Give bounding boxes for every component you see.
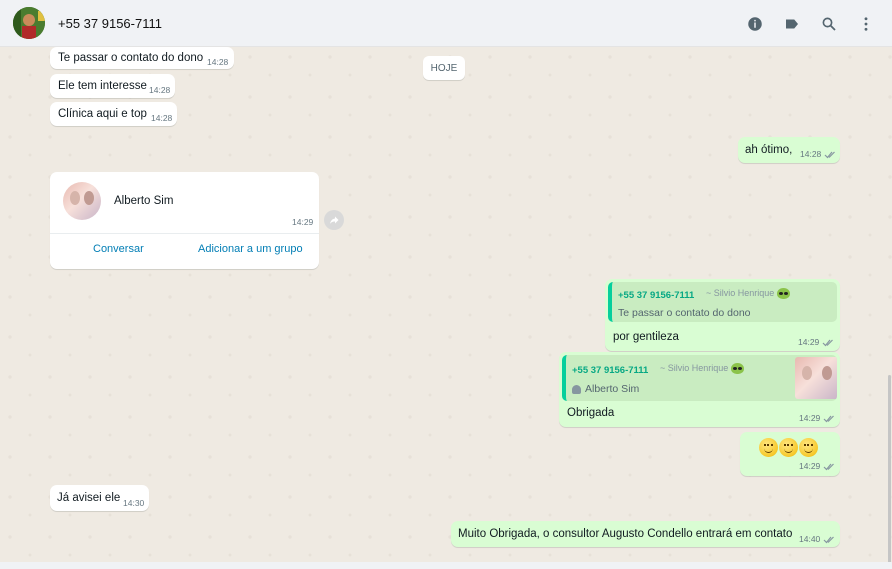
divider — [50, 233, 319, 234]
scrollbar-thumb[interactable] — [888, 375, 891, 565]
quoted-author-alias: ~ Silvio Henrique — [660, 363, 744, 375]
message-incoming[interactable]: Clínica aqui e top 14:28 — [50, 102, 177, 126]
message-time: 14:28 — [207, 57, 229, 67]
label-icon[interactable] — [780, 12, 804, 36]
message-outgoing[interactable]: Muito Obrigada, o consultor Augusto Cond… — [451, 521, 840, 547]
message-time: 14:28 — [149, 85, 171, 95]
message-outgoing[interactable]: ah ótimo, 14:28 — [738, 137, 840, 163]
quoted-text: Alberto Sim — [572, 383, 639, 395]
message-incoming[interactable]: Já avisei ele 14:30 — [50, 485, 149, 511]
read-ticks-icon — [823, 463, 835, 471]
contact-card-add-group-button[interactable]: Adicionar a um grupo — [198, 243, 303, 255]
contact-name[interactable]: +55 37 9156-7111 — [58, 16, 162, 31]
message-outgoing-reply[interactable]: +55 37 9156-7111 ~ Silvio Henrique Alber… — [559, 352, 840, 427]
menu-icon[interactable] — [854, 12, 878, 36]
message-time: 14:29 — [292, 217, 314, 227]
contact-card-photo — [63, 182, 101, 220]
read-ticks-icon — [824, 151, 836, 159]
message-text: Obrigada — [567, 407, 615, 419]
message-time: 14:28 — [800, 149, 836, 159]
message-text: Já avisei ele — [57, 492, 121, 504]
contact-card-name[interactable]: Alberto Sim — [114, 195, 173, 207]
message-incoming[interactable]: Te passar o contato do dono 14:28 — [50, 47, 234, 69]
message-text: Ele tem interesse — [58, 80, 147, 92]
read-ticks-icon — [823, 536, 835, 544]
message-text: por gentileza — [613, 331, 679, 343]
message-outgoing-reply[interactable]: +55 37 9156-7111 ~ Silvio Henrique Te pa… — [605, 279, 840, 351]
message-text: Muito Obrigada, o consultor Augusto Cond… — [458, 528, 793, 540]
alien-emoji-icon — [730, 363, 744, 375]
quoted-author-alias: ~ Silvio Henrique — [706, 288, 790, 300]
search-icon[interactable] — [817, 12, 841, 36]
person-icon — [572, 384, 581, 394]
quoted-author: +55 37 9156-7111 — [572, 365, 649, 376]
message-time: 14:29 — [798, 337, 834, 347]
read-ticks-icon — [823, 415, 835, 423]
message-text: Te passar o contato do dono — [58, 52, 204, 64]
quoted-author: +55 37 9156-7111 — [618, 290, 695, 301]
info-icon[interactable] — [743, 12, 767, 36]
read-ticks-icon — [822, 339, 834, 347]
chat-header: +55 37 9156-7111 — [0, 0, 892, 47]
message-text: ah ótimo, — [745, 144, 793, 156]
quoted-message[interactable]: +55 37 9156-7111 ~ Silvio Henrique Alber… — [562, 355, 837, 401]
message-time: 14:30 — [123, 498, 145, 508]
message-outgoing-emoji[interactable]: 14:29 — [740, 432, 840, 476]
message-incoming[interactable]: Ele tem interesse 14:28 — [50, 74, 175, 98]
quoted-contact-photo — [795, 357, 837, 399]
message-time: 14:29 — [799, 413, 835, 423]
quoted-text: Te passar o contato do dono — [618, 307, 751, 319]
smiley-emoji-icon — [759, 438, 819, 457]
alien-emoji-icon — [776, 288, 790, 300]
quoted-message[interactable]: +55 37 9156-7111 ~ Silvio Henrique Te pa… — [608, 282, 837, 322]
message-time: 14:28 — [151, 113, 173, 123]
contact-card[interactable]: Alberto Sim 14:29 Conversar Adicionar a … — [50, 172, 319, 269]
forward-icon[interactable] — [324, 210, 344, 230]
message-time: 14:29 — [799, 461, 835, 471]
contact-avatar[interactable] — [13, 7, 45, 39]
date-chip: HOJE — [423, 56, 465, 80]
contact-card-chat-button[interactable]: Conversar — [93, 243, 144, 255]
footer-bar — [0, 562, 892, 569]
message-time: 14:40 — [799, 534, 835, 544]
message-text: Clínica aqui e top — [58, 108, 147, 120]
